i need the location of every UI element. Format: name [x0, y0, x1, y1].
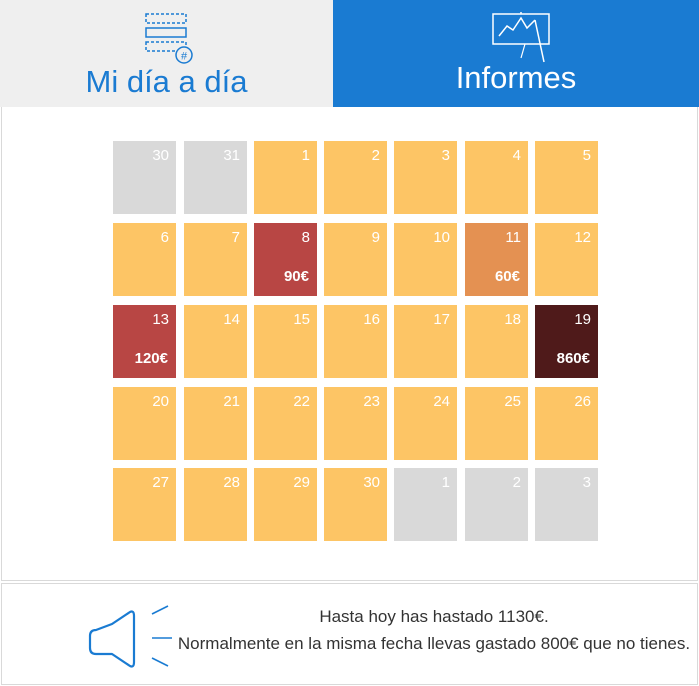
day-number: 30 — [152, 147, 169, 164]
megaphone-icon — [86, 602, 176, 677]
tab-informes[interactable]: Informes — [333, 0, 699, 107]
calendar-day[interactable]: 13 120€ — [113, 305, 176, 378]
calendar-day[interactable]: 8 90€ — [254, 223, 317, 296]
day-number: 10 — [433, 229, 450, 246]
day-number: 25 — [504, 393, 521, 410]
calendar-day[interactable]: 2 — [465, 468, 528, 541]
calendar-day[interactable]: 25 — [465, 387, 528, 460]
day-number: 8 — [301, 229, 310, 246]
day-spend-amount: 860€ — [556, 350, 590, 367]
day-number: 22 — [293, 393, 310, 410]
tab-label-reports: Informes — [455, 60, 577, 95]
day-number: 4 — [512, 147, 521, 164]
calendar-day[interactable]: 5 — [535, 141, 598, 214]
calendar-day[interactable]: 31 — [184, 141, 247, 214]
calendar-day[interactable]: 21 — [184, 387, 247, 460]
summary-line-spent: Hasta hoy has hastado 1130€. — [319, 607, 549, 626]
calendar-day[interactable]: 9 — [324, 223, 387, 296]
calendar-day[interactable]: 2 — [324, 141, 387, 214]
calendar-day[interactable]: 6 — [113, 223, 176, 296]
calendar-day[interactable]: 16 — [324, 305, 387, 378]
day-number: 11 — [505, 229, 521, 246]
summary-line-usual: Normalmente en la misma fecha llevas gas… — [177, 634, 691, 653]
day-number: 31 — [223, 147, 240, 164]
calendar-day[interactable]: 18 — [465, 305, 528, 378]
calendar-day[interactable]: 15 — [254, 305, 317, 378]
day-number: 1 — [301, 147, 310, 164]
day-number: 2 — [371, 147, 380, 164]
calendar-day[interactable]: 3 — [394, 141, 457, 214]
calendar-day[interactable]: 1 — [394, 468, 457, 541]
day-number: 20 — [152, 393, 169, 410]
day-number: 27 — [152, 474, 169, 491]
calendar-day[interactable]: 11 60€ — [465, 223, 528, 296]
day-number: 24 — [433, 393, 450, 410]
calendar-day[interactable]: 3 — [535, 468, 598, 541]
day-number: 23 — [363, 393, 380, 410]
day-number: 16 — [363, 311, 380, 328]
day-number: 29 — [293, 474, 310, 491]
calendar-day[interactable]: 10 — [394, 223, 457, 296]
day-spend-amount: 120€ — [134, 350, 168, 367]
day-number: 5 — [582, 147, 591, 164]
calendar-day[interactable]: 27 — [113, 468, 176, 541]
day-number: 2 — [512, 474, 521, 491]
calendar-day[interactable]: 30 — [324, 468, 387, 541]
calendar-day[interactable]: 19 860€ — [535, 305, 598, 378]
tab-mi-dia-a-dia[interactable]: # Mi día a día — [0, 0, 333, 107]
day-number: 19 — [574, 311, 591, 328]
day-number: 15 — [293, 311, 310, 328]
calendar-day[interactable]: 22 — [254, 387, 317, 460]
list-hash-icon: # — [143, 12, 195, 69]
day-number: 13 — [152, 311, 169, 328]
day-number: 3 — [582, 474, 591, 491]
day-number: 21 — [223, 393, 240, 410]
calendar-day[interactable]: 7 — [184, 223, 247, 296]
day-spend-amount: 90€ — [283, 268, 309, 285]
day-number: 12 — [574, 229, 591, 246]
calendar-day[interactable]: 20 — [113, 387, 176, 460]
tab-label-daily: Mi día a día — [85, 64, 248, 99]
svg-text:#: # — [181, 51, 188, 63]
calendar-day[interactable]: 24 — [394, 387, 457, 460]
day-number: 17 — [433, 311, 450, 328]
day-number: 30 — [363, 474, 380, 491]
calendar-day[interactable]: 28 — [184, 468, 247, 541]
day-number: 6 — [160, 229, 169, 246]
calendar-day[interactable]: 29 — [254, 468, 317, 541]
top-tabs: # Mi día a día Informes — [0, 0, 699, 107]
calendar-day[interactable]: 1 — [254, 141, 317, 214]
day-number: 26 — [574, 393, 591, 410]
day-number: 7 — [231, 229, 240, 246]
day-number: 28 — [223, 474, 240, 491]
day-number: 3 — [441, 147, 450, 164]
calendar-day[interactable]: 4 — [465, 141, 528, 214]
calendar-day[interactable]: 14 — [184, 305, 247, 378]
day-spend-amount: 60€ — [494, 268, 520, 285]
calendar-day[interactable]: 30 — [113, 141, 176, 214]
day-number: 9 — [371, 229, 380, 246]
day-number: 14 — [223, 311, 240, 328]
day-number: 1 — [441, 474, 450, 491]
calendar-day[interactable]: 26 — [535, 387, 598, 460]
calendar-day[interactable]: 23 — [324, 387, 387, 460]
day-number: 18 — [504, 311, 521, 328]
calendar-day[interactable]: 12 — [535, 223, 598, 296]
calendar-day[interactable]: 17 — [394, 305, 457, 378]
